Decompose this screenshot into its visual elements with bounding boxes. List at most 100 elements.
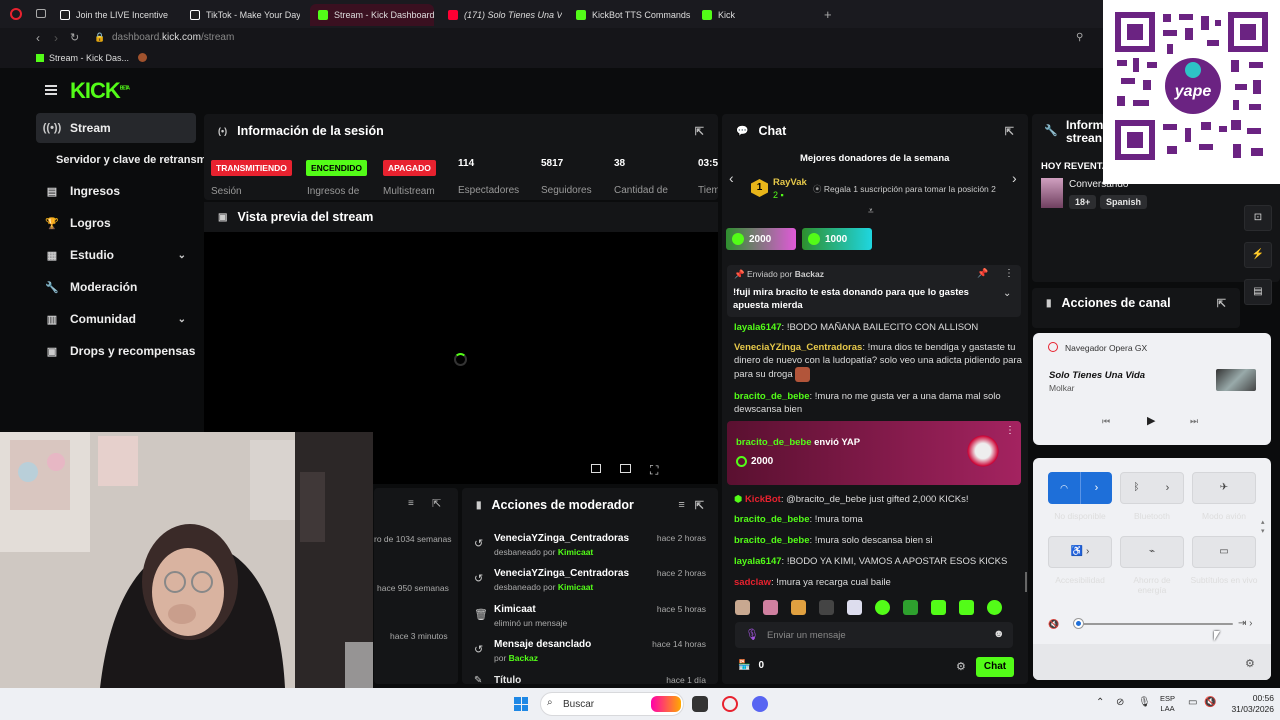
reload-icon[interactable]: ↻ — [70, 31, 79, 44]
workspaces-icon[interactable] — [36, 9, 46, 18]
chevron-right-icon[interactable]: › — [1152, 473, 1183, 503]
settings-icon[interactable]: ⚙ — [1245, 657, 1255, 670]
start-icon[interactable] — [514, 697, 528, 711]
sidebar-item-estudio[interactable]: ▦ Estudio ⌄ — [36, 240, 196, 270]
scroll-arrows-icon[interactable]: ▴ ▾ — [1261, 518, 1265, 536]
chat-username[interactable]: VeneciaYZinga_Centradoras — [734, 342, 862, 353]
tab-kickbot[interactable]: KickBot TTS Commands — [568, 4, 692, 26]
emote-icon[interactable] — [847, 600, 862, 615]
emote-icon[interactable] — [931, 600, 946, 615]
kicks-pill-1000[interactable]: 1000 — [802, 228, 872, 250]
volume-slider[interactable] — [1074, 619, 1233, 628]
taskbar-opera-icon[interactable] — [722, 696, 738, 712]
lightning-icon[interactable]: ⚡ — [1244, 242, 1272, 268]
tray-chevron-icon[interactable]: ⌃ — [1096, 697, 1104, 708]
opera-logo-icon[interactable] — [10, 8, 22, 20]
popout-icon[interactable]: ⇱ — [1005, 125, 1014, 138]
chat-message[interactable]: layala6147: !BODO YA KIMI, VAMOS A APOST… — [734, 555, 1024, 568]
energy-saver-tile[interactable]: ⌁ — [1120, 536, 1184, 568]
chat-message[interactable]: layala6147: !BODO MAÑANA BAILECITO CON A… — [734, 321, 1024, 334]
tray-mic-icon[interactable]: 🎙 — [1138, 697, 1151, 708]
sidebar-item-drops[interactable]: ▣ Drops y recompensas — [36, 336, 196, 366]
taskbar-discord-icon[interactable] — [752, 696, 768, 712]
tab-join-live[interactable]: Join the LIVE Incentive Pro — [52, 4, 170, 26]
sidebar-item-comunidad[interactable]: ▥ Comunidad ⌄ — [36, 304, 196, 334]
emote-icon[interactable] — [735, 600, 750, 615]
tab-youtube[interactable]: (171) Solo Tienes Una Vida — [440, 4, 562, 26]
gift-prompt[interactable]: ⦿ Regala 1 suscripción para tomar la pos… — [813, 183, 996, 195]
bluetooth-tile[interactable]: ᛒ › — [1120, 472, 1184, 504]
pin-icon[interactable]: ⚲ — [1076, 32, 1083, 43]
play-icon[interactable]: ▶ — [1147, 414, 1155, 427]
camera-icon[interactable]: ⊡ — [1244, 205, 1272, 231]
taskbar-app-icon[interactable] — [692, 696, 708, 712]
emote-icon[interactable] — [791, 600, 806, 615]
chat-message[interactable]: sadclaw: !mura ya recarga cual baile — [734, 576, 1024, 589]
mic-icon[interactable]: 🎙 — [745, 628, 759, 641]
taskbar-search[interactable]: ⌕ Buscar — [540, 692, 684, 716]
sidebar-item-server-key[interactable]: Servidor y clave de retransm — [46, 145, 206, 175]
hamburger-menu-icon[interactable] — [45, 85, 57, 95]
pip-icon[interactable] — [591, 464, 601, 473]
volume-thumb[interactable] — [1074, 619, 1084, 628]
captions-tile[interactable]: ▭ — [1192, 536, 1256, 568]
clock[interactable]: 00:56 31/03/2026 — [1222, 693, 1274, 715]
theater-icon[interactable] — [620, 464, 631, 473]
donor-name[interactable]: RayVak — [773, 177, 807, 188]
chat-username[interactable]: layala6147 — [734, 322, 782, 333]
chat-username[interactable]: layala6147 — [734, 556, 782, 567]
tab-kick[interactable]: Kick — [694, 4, 814, 26]
chat-message[interactable]: bracito_de_bebe: !mura no me gusta ver a… — [734, 390, 1024, 416]
mod-action-row[interactable]: ↺ VeneciaYZinga_Centradoras desbaneado p… — [468, 533, 712, 565]
audio-output-icon[interactable]: ⇥ › — [1238, 618, 1253, 629]
chevron-down-icon[interactable]: ⌄ — [1003, 288, 1011, 299]
unpin-icon[interactable]: 📌 — [977, 268, 988, 279]
bookmark-icon[interactable] — [138, 53, 147, 62]
chat-scrollbar[interactable] — [1025, 572, 1027, 592]
tray-volume-icon[interactable]: 🔇 — [1204, 697, 1216, 708]
more-icon[interactable]: ⋮ — [1005, 425, 1015, 436]
chat-message[interactable]: VeneciaYZinga_Centradoras: !mura dios te… — [734, 341, 1024, 382]
gift-event-user[interactable]: bracito_de_bebe — [736, 437, 812, 448]
sidebar-item-logros[interactable]: 🏆 Logros — [36, 208, 196, 238]
emote-icon[interactable] — [819, 600, 834, 615]
chat-message[interactable]: bracito_de_bebe: !mura solo descansa bie… — [734, 534, 1024, 547]
forward-icon[interactable]: › — [54, 31, 58, 45]
points-counter[interactable]: 🏪 0 — [738, 660, 764, 671]
list-icon[interactable]: ▤ — [1244, 279, 1272, 305]
mod-action-by[interactable]: Kimicaat — [558, 582, 593, 592]
chat-username[interactable]: bracito_de_bebe — [734, 535, 810, 546]
prev-donor-icon[interactable]: ‹ — [729, 170, 734, 186]
accessibility-tile[interactable]: ♿ › — [1048, 536, 1112, 568]
mod-action-row[interactable]: ↺ Mensaje desanclado por Backaz hace 14 … — [468, 639, 712, 671]
gift-event-card[interactable]: bracito_de_bebe envió YAP 2000 ⋮ — [727, 421, 1021, 485]
next-donor-icon[interactable]: › — [1012, 170, 1017, 186]
filter-icon[interactable]: ≡ — [408, 498, 414, 509]
popout-icon[interactable]: ⇱ — [695, 499, 704, 512]
airplane-tile[interactable]: ✈ — [1192, 472, 1256, 504]
pinned-message[interactable]: 📌 Enviado por Backaz !fuji mira bracito … — [727, 265, 1021, 317]
chat-username[interactable]: bracito_de_bebe — [734, 391, 810, 402]
fullscreen-icon[interactable]: ⛶ — [650, 463, 658, 478]
wifi-tile[interactable]: ◠ › — [1048, 472, 1112, 504]
mod-action-row[interactable]: 🗑 Kimicaat eliminó un mensaje hace 5 hor… — [468, 604, 712, 636]
chat-username[interactable]: KickBot — [745, 494, 781, 505]
tray-display-icon[interactable]: ▭ — [1188, 697, 1197, 708]
emote-icon[interactable] — [763, 600, 778, 615]
back-icon[interactable]: ‹ — [36, 31, 40, 45]
tray-network-icon[interactable]: ⊘ — [1116, 697, 1124, 708]
tab-kick-dashboard[interactable]: Stream - Kick Dashboard — [310, 4, 434, 26]
emote-icon[interactable] — [875, 600, 890, 615]
kicks-pill-2000[interactable]: 2000 — [726, 228, 796, 250]
chevron-right-icon[interactable]: › — [1080, 472, 1112, 504]
emoji-icon[interactable]: ☻ — [993, 628, 1005, 640]
chevron-down-icon[interactable]: ⩡ — [868, 206, 874, 217]
pinned-by-user[interactable]: Backaz — [795, 269, 824, 279]
kick-logo[interactable]: KICKBETA — [70, 78, 130, 104]
tray-language[interactable]: ESP LAA — [1160, 694, 1175, 714]
mute-icon[interactable]: 🔇 — [1048, 619, 1059, 630]
emote-icon[interactable] — [987, 600, 1002, 615]
new-tab-icon[interactable]: + — [824, 7, 832, 22]
emote-icon[interactable] — [903, 600, 918, 615]
filter-icon[interactable]: ≡ — [678, 499, 684, 511]
